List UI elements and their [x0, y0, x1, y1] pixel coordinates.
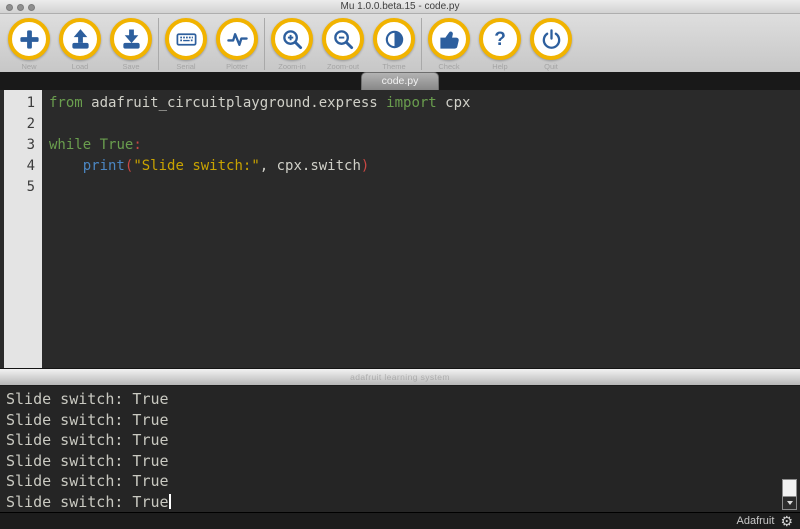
- traffic-lights: [6, 0, 35, 14]
- console-line: Slide switch: True: [6, 471, 800, 492]
- status-bar: Adafruit ⚙: [0, 512, 800, 529]
- gear-icon[interactable]: ⚙: [780, 514, 793, 528]
- serial-button[interactable]: Serial: [165, 18, 207, 71]
- scrollbar-down-button[interactable]: [783, 497, 796, 508]
- console-line: Slide switch: True: [6, 451, 800, 472]
- zoom-in-icon: [281, 28, 304, 51]
- tab-code-py[interactable]: code.py: [361, 72, 440, 90]
- toolbar-label: Load: [72, 62, 89, 71]
- toolbar-group-board: Serial Plotter: [159, 18, 264, 71]
- line-number: 4: [4, 156, 35, 177]
- console-line: Slide switch: True: [6, 430, 800, 451]
- keyboard-icon: [175, 28, 198, 51]
- console-line: Slide switch: True: [6, 410, 800, 431]
- toolbar-group-view: Zoom-in Zoom-out Theme: [265, 18, 421, 71]
- new-button[interactable]: New: [8, 18, 50, 71]
- console-line: Slide switch: True: [6, 389, 800, 410]
- code-line: print("Slide switch:", cpx.switch): [49, 156, 800, 177]
- toolbar-label: Serial: [176, 62, 195, 71]
- code-line: [49, 177, 800, 198]
- line-number: 1: [4, 93, 35, 114]
- chevron-down-icon: [787, 501, 793, 505]
- toolbar-label: Help: [492, 62, 507, 71]
- mode-indicator[interactable]: Adafruit: [737, 515, 775, 527]
- zoom-out-button[interactable]: Zoom-out: [322, 18, 364, 71]
- close-button[interactable]: [6, 4, 13, 11]
- plus-icon: [18, 28, 41, 51]
- zoom-out-icon: [332, 28, 355, 51]
- toolbar-label: Check: [438, 62, 459, 71]
- help-button[interactable]: ? Help: [479, 18, 521, 71]
- console-line: Slide switch: True: [6, 492, 800, 513]
- pulse-icon: [226, 28, 249, 51]
- code-area[interactable]: from adafruit_circuitplayground.express …: [42, 90, 800, 368]
- watermark-text: adafruit learning system: [350, 372, 450, 382]
- toolbar-group-misc: Check ? Help Quit: [422, 18, 578, 71]
- theme-button[interactable]: Theme: [373, 18, 415, 71]
- minimize-button[interactable]: [17, 4, 24, 11]
- load-button[interactable]: Load: [59, 18, 101, 71]
- toolbar-label: Zoom-in: [278, 62, 306, 71]
- serial-console[interactable]: Slide switch: TrueSlide switch: TrueSlid…: [0, 386, 800, 512]
- code-line: from adafruit_circuitplayground.express …: [49, 93, 800, 114]
- pane-splitter[interactable]: adafruit learning system: [0, 368, 800, 386]
- mu-editor-window: Mu 1.0.0.beta.15 - code.py New Load Save…: [0, 0, 800, 529]
- code-line: [49, 114, 800, 135]
- code-line: while True:: [49, 135, 800, 156]
- tab-bar: code.py: [0, 72, 800, 90]
- check-button[interactable]: Check: [428, 18, 470, 71]
- line-number: 2: [4, 114, 35, 135]
- toolbar-label: Zoom-out: [327, 62, 359, 71]
- zoom-button[interactable]: [28, 4, 35, 11]
- thumbs-up-icon: [438, 28, 461, 51]
- scrollbar-thumb[interactable]: [783, 480, 796, 497]
- question-icon: ?: [494, 30, 506, 49]
- console-scrollbar[interactable]: [782, 479, 797, 510]
- line-number-gutter: 12345: [4, 90, 42, 368]
- toolbar: New Load Save Serial Plotter: [0, 14, 800, 72]
- toolbar-group-file: New Load Save: [2, 18, 158, 71]
- code-editor: 12345 from adafruit_circuitplayground.ex…: [0, 90, 800, 368]
- line-number: 5: [4, 177, 35, 198]
- toolbar-label: Plotter: [226, 62, 248, 71]
- window-title: Mu 1.0.0.beta.15 - code.py: [341, 1, 460, 12]
- contrast-icon: [383, 28, 406, 51]
- line-number: 3: [4, 135, 35, 156]
- quit-button[interactable]: Quit: [530, 18, 572, 71]
- upload-icon: [69, 28, 92, 51]
- titlebar: Mu 1.0.0.beta.15 - code.py: [0, 0, 800, 14]
- toolbar-label: Save: [122, 62, 139, 71]
- toolbar-label: Theme: [382, 62, 405, 71]
- text-cursor: [169, 494, 171, 509]
- console-output: Slide switch: TrueSlide switch: TrueSlid…: [6, 389, 800, 512]
- toolbar-label: New: [21, 62, 36, 71]
- power-icon: [540, 28, 563, 51]
- plotter-button[interactable]: Plotter: [216, 18, 258, 71]
- toolbar-label: Quit: [544, 62, 558, 71]
- save-button[interactable]: Save: [110, 18, 152, 71]
- zoom-in-button[interactable]: Zoom-in: [271, 18, 313, 71]
- download-icon: [120, 28, 143, 51]
